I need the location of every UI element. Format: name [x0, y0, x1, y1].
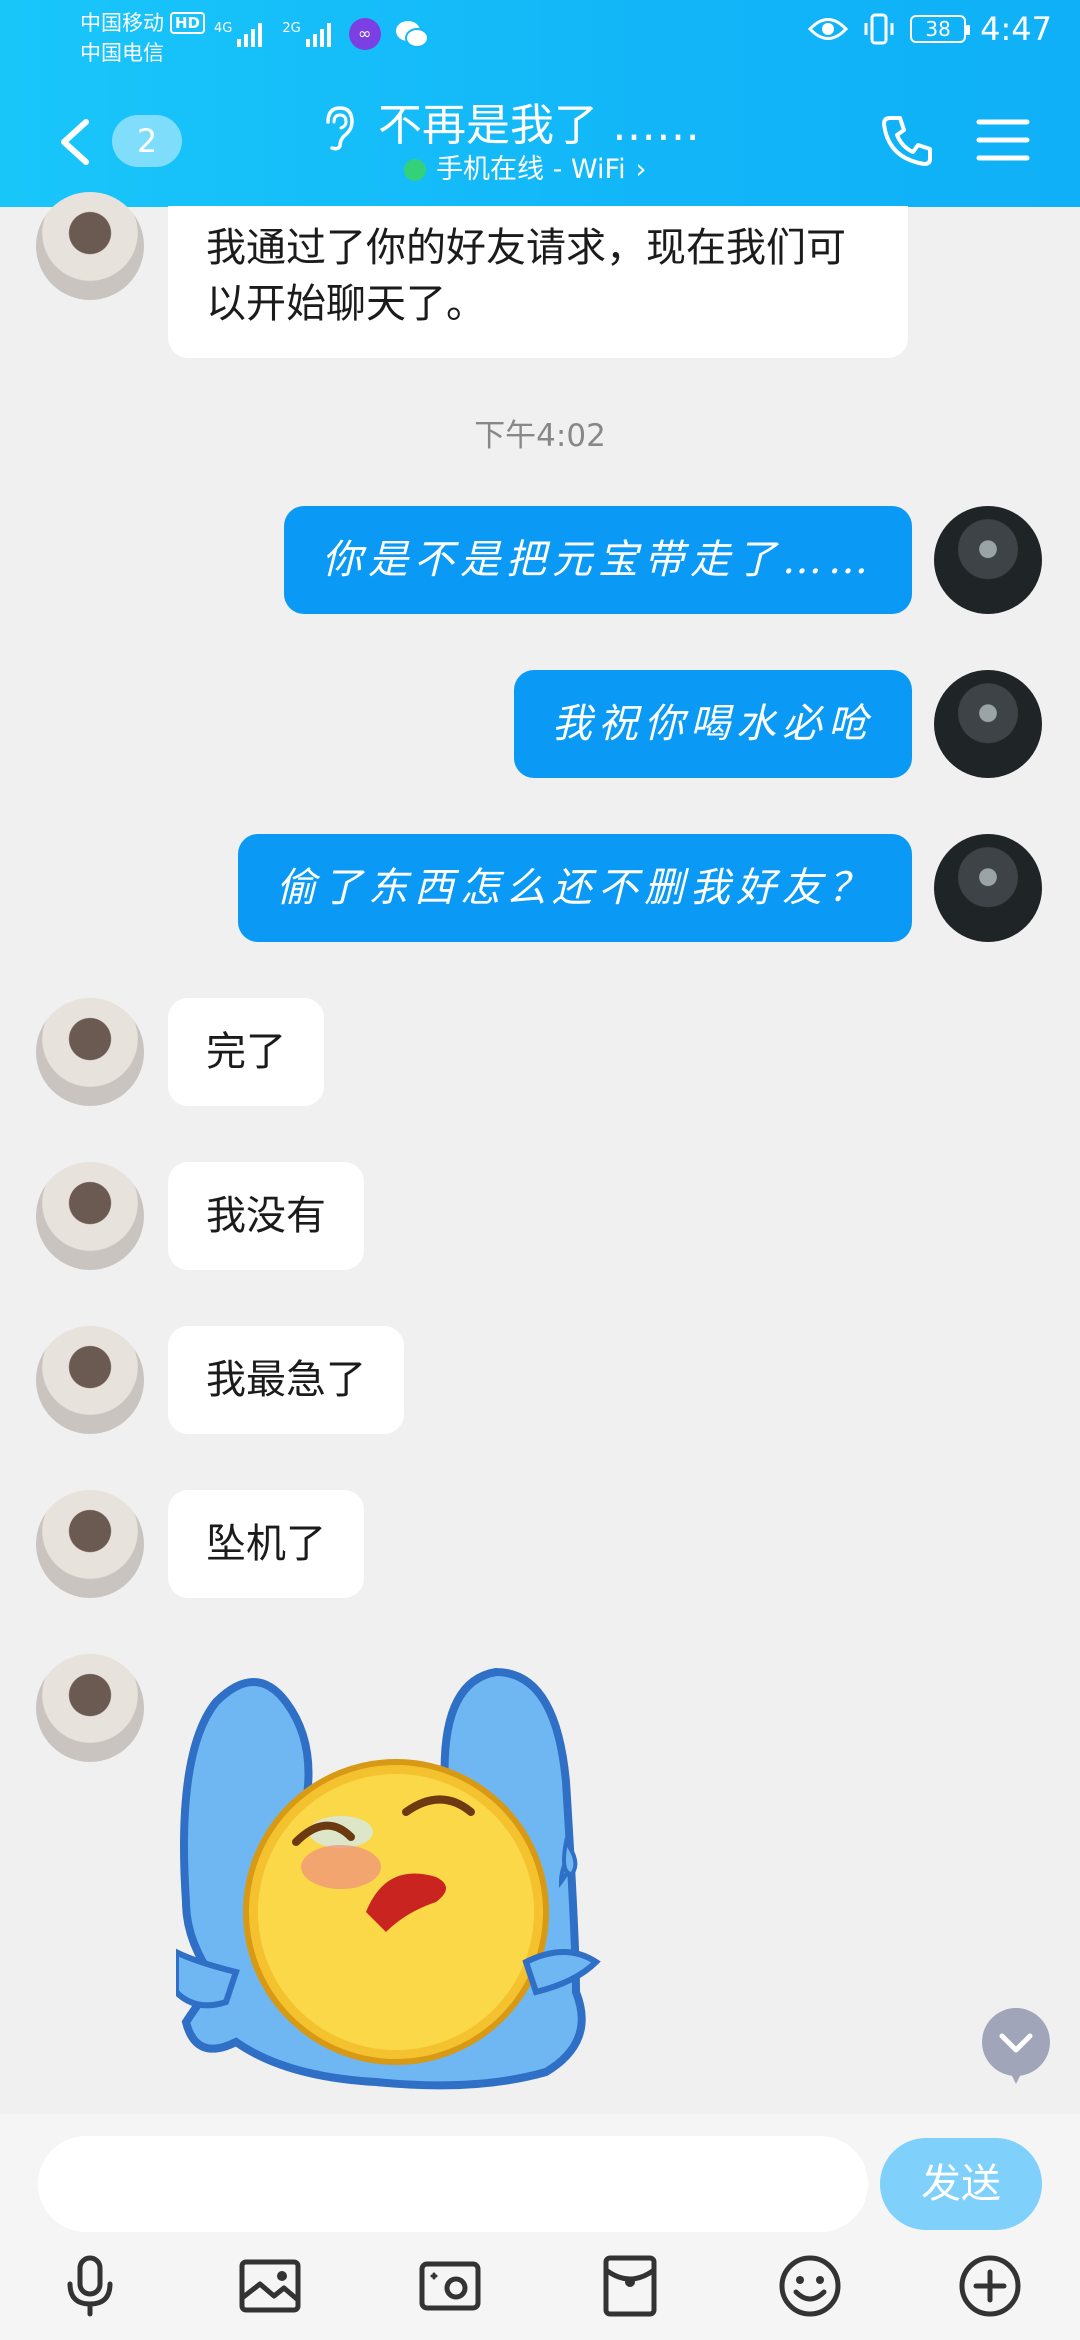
phone-icon[interactable]: [880, 112, 936, 168]
signal-1-icon: 4G: [214, 21, 263, 47]
contact-avatar[interactable]: [36, 1162, 144, 1270]
chevron-right-icon: ›: [635, 154, 647, 185]
chat-title[interactable]: 不再是我了 ……: [378, 96, 700, 156]
my-avatar[interactable]: [934, 670, 1042, 778]
unread-count-badge[interactable]: 2: [112, 115, 182, 167]
menu-icon[interactable]: [976, 118, 1030, 162]
message-bubble-in[interactable]: 完了: [168, 998, 324, 1106]
ear-icon[interactable]: [322, 104, 356, 152]
online-status[interactable]: 手机在线 - WiFi ›: [404, 152, 646, 188]
message-bubble-in[interactable]: 我通过了你的好友请求，现在我们可以开始聊天了。: [168, 206, 908, 358]
input-area: 发送: [0, 2114, 1080, 2340]
send-button[interactable]: 发送: [880, 2138, 1042, 2230]
message-bubble-in[interactable]: 坠机了: [168, 1490, 364, 1598]
contact-avatar[interactable]: [36, 1490, 144, 1598]
red-packet-icon[interactable]: [598, 2254, 662, 2318]
infinity-app-icon: ∞: [348, 18, 381, 50]
wechat-icon: [395, 21, 429, 48]
image-icon[interactable]: [238, 2254, 302, 2318]
emoji-icon[interactable]: [778, 2254, 842, 2318]
contact-avatar[interactable]: [36, 1326, 144, 1434]
time-separator: 下午4:02: [474, 418, 606, 454]
carrier-2: 中国电信: [80, 41, 164, 65]
my-avatar[interactable]: [934, 506, 1042, 614]
plus-circle-icon[interactable]: [958, 2254, 1022, 2318]
message-input[interactable]: [38, 2136, 868, 2232]
battery-indicator: 38: [910, 15, 971, 43]
message-bubble-out[interactable]: 偷了东西怎么还不删我好友？: [238, 834, 912, 942]
scroll-down-icon[interactable]: [980, 2006, 1052, 2086]
message-bubble-in[interactable]: 我最急了: [168, 1326, 404, 1434]
eye-icon: [808, 18, 849, 40]
status-time: 4:47: [980, 10, 1052, 48]
message-bubble-out[interactable]: 我祝你喝水必呛: [514, 670, 912, 778]
online-dot: [404, 159, 426, 181]
microphone-icon[interactable]: [58, 2254, 122, 2318]
camera-icon[interactable]: [418, 2254, 482, 2318]
contact-avatar[interactable]: [36, 1654, 144, 1762]
back-chevron-icon[interactable]: [56, 118, 96, 166]
online-status-text: 手机在线 - WiFi: [436, 154, 626, 185]
status-bar-left: 中国移动 HD 中国电信: [80, 8, 206, 68]
contact-avatar[interactable]: [36, 192, 144, 300]
carrier-1: 中国移动: [80, 11, 164, 35]
signal-2-label: 2G: [282, 21, 301, 36]
status-icons: 4G 2G ∞: [200, 18, 429, 50]
contact-avatar[interactable]: [36, 998, 144, 1106]
signal-1-label: 4G: [214, 21, 233, 36]
message-bubble-in[interactable]: 我没有: [168, 1162, 364, 1270]
status-bar-right: 38 4:47: [808, 10, 1052, 48]
signal-2-icon: 2G: [282, 21, 331, 47]
chat-header: 中国移动 HD 中国电信 4G 2G ∞ 38 4:47 2 不再是我了 …… …: [0, 0, 1080, 207]
my-avatar[interactable]: [934, 834, 1042, 942]
vibrate-icon: [864, 13, 894, 45]
crying-emoji-sticker[interactable]: [176, 1662, 616, 2094]
message-bubble-out[interactable]: 你是不是把元宝带走了……: [284, 506, 912, 614]
carrier-row-1: 中国移动 HD: [80, 8, 206, 38]
